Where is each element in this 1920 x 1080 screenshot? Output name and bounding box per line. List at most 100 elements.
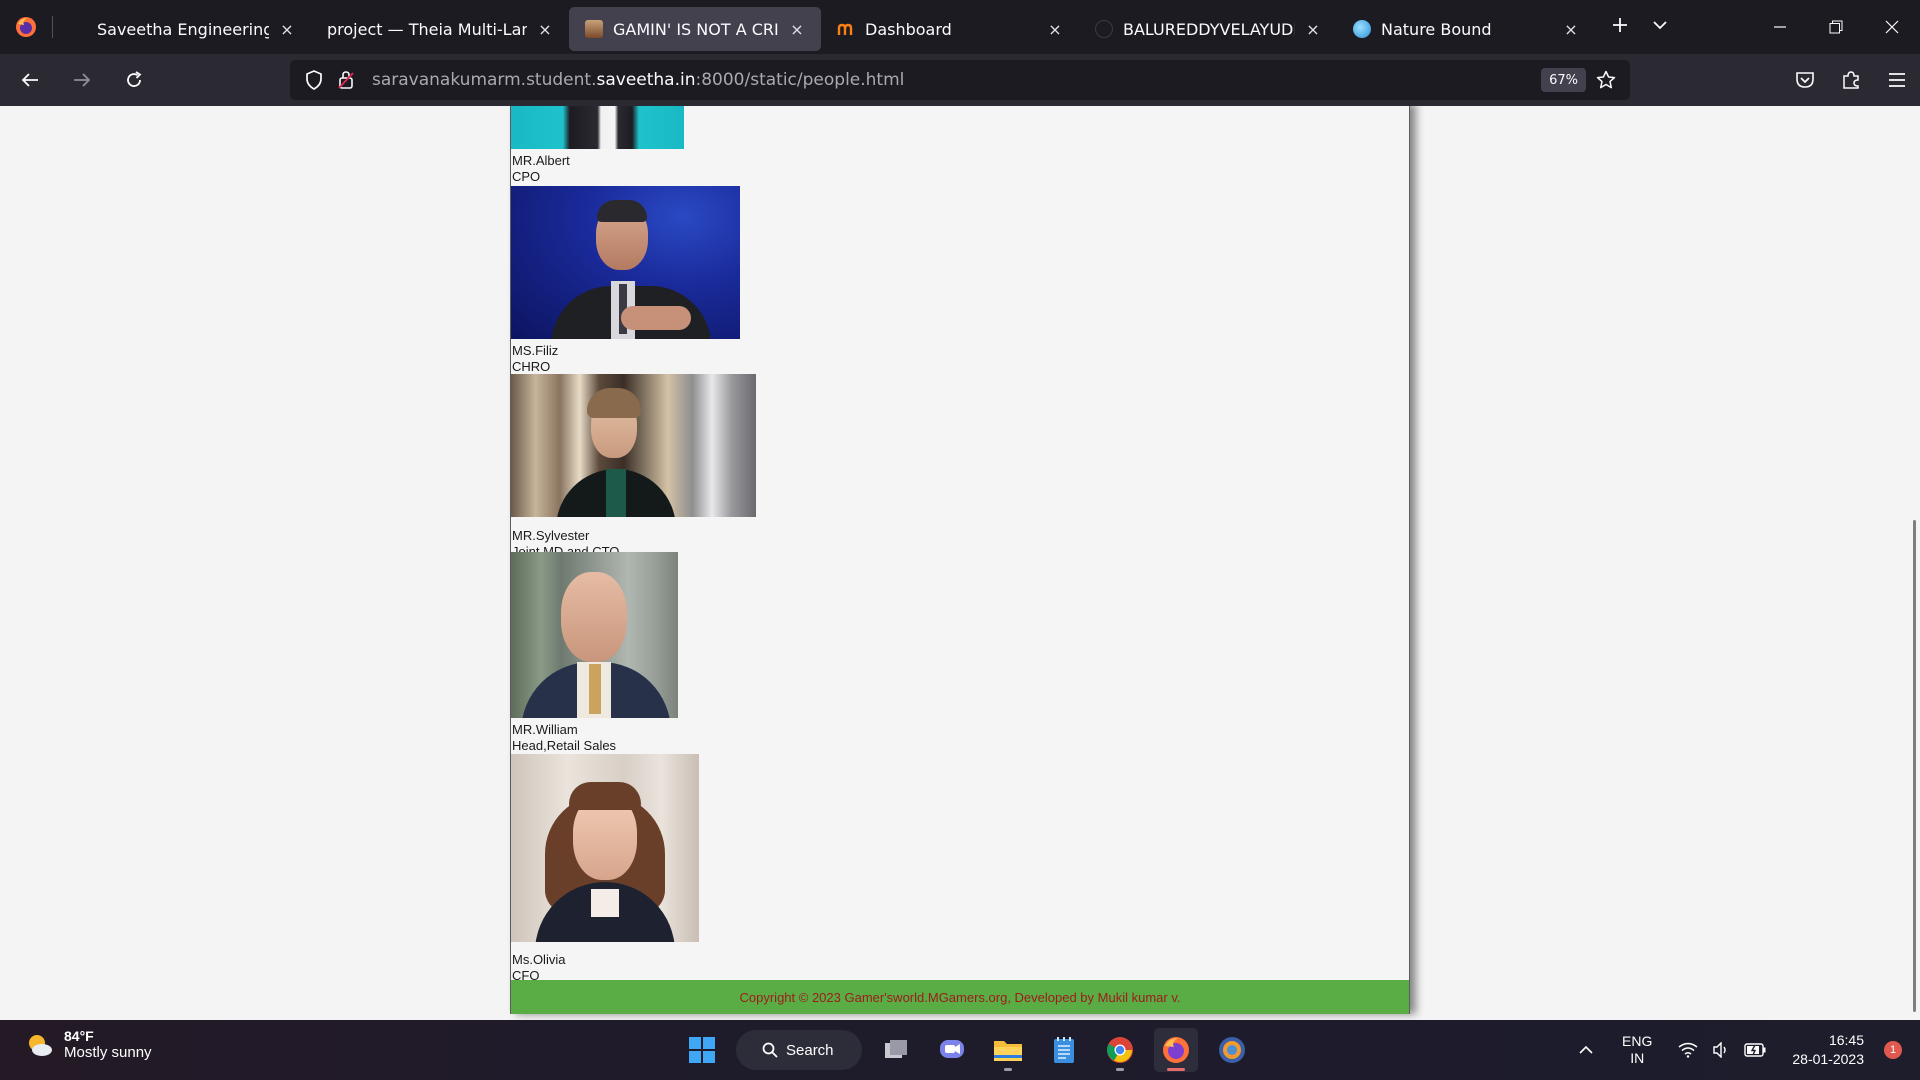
person-photo xyxy=(511,106,684,149)
firefox-icon xyxy=(1163,1037,1189,1063)
partly-sunny-icon xyxy=(29,1034,52,1056)
url-suffix: :8000/static/people.html xyxy=(695,70,905,90)
person-card: Ms.Olivia CFO xyxy=(511,754,699,984)
person-name: MS.Filiz xyxy=(512,343,559,358)
app-menu-hamburger-icon[interactable] xyxy=(1874,54,1920,106)
windows-taskbar: 84°F Mostly sunny Search ENG IN 16:45 28… xyxy=(0,1020,1920,1080)
close-tab-icon[interactable]: × xyxy=(277,20,297,39)
person-name: MR.Sylvester xyxy=(512,528,590,543)
search-label: Search xyxy=(786,1041,834,1059)
weather-widget[interactable]: 84°F Mostly sunny xyxy=(24,1028,152,1061)
volume-icon[interactable] xyxy=(1712,1042,1730,1058)
file-explorer-button[interactable] xyxy=(986,1028,1030,1072)
person-role: CHRO xyxy=(512,359,551,374)
back-arrow-icon xyxy=(21,73,38,87)
person-photo xyxy=(511,552,678,718)
github-favicon-icon xyxy=(1095,20,1113,38)
bookmark-star-icon[interactable] xyxy=(1592,66,1620,94)
close-tab-icon[interactable]: × xyxy=(787,20,807,39)
url-text[interactable]: saravanakumarm.student.saveetha.in:8000/… xyxy=(372,70,904,90)
close-tab-icon[interactable]: × xyxy=(1561,20,1581,39)
tab-theia[interactable]: project — Theia Multi-Language × xyxy=(311,7,569,51)
running-indicator xyxy=(1004,1068,1012,1071)
person-photo xyxy=(511,186,740,339)
zoom-reset-button[interactable]: 67% xyxy=(1541,68,1586,92)
saveetha-favicon-icon xyxy=(69,20,87,38)
taskbar-search-button[interactable]: Search xyxy=(736,1030,862,1070)
tab-strip: Saveetha Engineering College × project —… xyxy=(0,0,1920,54)
page-viewport: MR.Albert CPO MS.Filiz CHRO MR.Sylvester… xyxy=(0,106,1920,1020)
insecure-lock-icon[interactable] xyxy=(332,66,360,94)
windows-logo-icon xyxy=(689,1037,715,1063)
firefox-icon xyxy=(16,17,36,37)
tab-title: GAMIN' IS NOT A CRIME xyxy=(613,19,779,39)
list-all-tabs-chevron-icon[interactable] xyxy=(1651,16,1669,38)
language-code: ENG xyxy=(1622,1033,1653,1049)
search-icon xyxy=(762,1042,778,1058)
reload-icon xyxy=(127,71,142,87)
battery-charging-icon[interactable] xyxy=(1744,1043,1766,1057)
new-tab-plus-icon[interactable] xyxy=(1611,16,1629,38)
close-tab-icon[interactable]: × xyxy=(1303,20,1323,39)
person-card: MR.Albert CPO xyxy=(511,106,684,185)
person-card: MR.William Head,Retail Sales xyxy=(511,552,678,754)
tab-title: Saveetha Engineering College xyxy=(97,19,269,39)
wifi-icon[interactable] xyxy=(1678,1042,1698,1058)
chrome-button[interactable] xyxy=(1098,1028,1142,1072)
tab-dashboard[interactable]: Dashboard × xyxy=(821,7,1079,51)
pocket-icon[interactable] xyxy=(1782,54,1828,106)
globe-favicon-icon xyxy=(1353,20,1371,38)
teams-chat-button[interactable] xyxy=(930,1028,974,1072)
clock-time: 16:45 xyxy=(1828,1032,1864,1048)
folder-icon xyxy=(994,1041,1022,1061)
close-window-icon[interactable] xyxy=(1864,0,1920,54)
notepad-button[interactable] xyxy=(1042,1028,1086,1072)
url-host: saveetha.in xyxy=(596,70,696,90)
region-code: IN xyxy=(1630,1050,1645,1066)
person-photo xyxy=(511,754,699,942)
chat-icon xyxy=(940,1040,964,1058)
person-name: MR.William xyxy=(512,722,578,737)
vertical-scrollbar[interactable] xyxy=(1913,520,1916,1012)
tab-nature-bound[interactable]: Nature Bound × xyxy=(1337,7,1595,51)
people-page-container: MR.Albert CPO MS.Filiz CHRO MR.Sylvester… xyxy=(510,106,1410,1014)
back-button[interactable] xyxy=(8,60,52,100)
weather-condition: Mostly sunny xyxy=(64,1044,152,1061)
page-footer: Copyright © 2023 Gamer'sworld.MGamers.or… xyxy=(511,980,1409,1014)
address-bar[interactable]: saravanakumarm.student.saveetha.in:8000/… xyxy=(290,60,1630,100)
restore-window-icon[interactable] xyxy=(1808,0,1864,54)
task-view-button[interactable] xyxy=(874,1028,918,1072)
input-language-indicator[interactable]: ENG IN xyxy=(1622,1033,1652,1067)
tab-title: Nature Bound xyxy=(1381,19,1492,39)
close-tab-icon[interactable]: × xyxy=(535,20,555,39)
show-hidden-icons-chevron[interactable] xyxy=(1578,1042,1594,1058)
forward-arrow-icon xyxy=(74,73,91,87)
firefox-view-button[interactable] xyxy=(0,0,52,54)
app-globe-button[interactable] xyxy=(1210,1028,1254,1072)
system-clock[interactable]: 16:45 28-01-2023 xyxy=(1792,1031,1864,1069)
forward-button[interactable] xyxy=(60,60,104,100)
person-name: MR.Albert xyxy=(512,153,570,168)
person-role: CPO xyxy=(512,169,541,184)
tab-title: BALUREDDYVELAYUDHAM xyxy=(1123,19,1295,39)
globe-app-icon xyxy=(1219,1037,1245,1063)
firefox-taskbar-button[interactable] xyxy=(1154,1028,1198,1072)
start-button[interactable] xyxy=(680,1028,724,1072)
tracking-protection-shield-icon[interactable] xyxy=(300,66,328,94)
tab-github[interactable]: BALUREDDYVELAYUDHAM × xyxy=(1079,7,1337,51)
moodle-favicon-icon xyxy=(837,20,855,38)
tab-gamin-active[interactable]: GAMIN' IS NOT A CRIME × xyxy=(569,7,821,51)
person-role: Head,Retail Sales xyxy=(512,738,617,753)
tab-saveetha[interactable]: Saveetha Engineering College × xyxy=(53,7,311,51)
person-card: MR.Sylvester Joint MD and CTO xyxy=(511,374,756,560)
person-name: Ms.Olivia xyxy=(512,952,566,967)
person-card: MS.Filiz CHRO xyxy=(511,186,740,375)
chrome-icon xyxy=(1107,1037,1133,1063)
notification-badge[interactable]: 1 xyxy=(1884,1041,1902,1059)
minimize-window-icon[interactable] xyxy=(1752,0,1808,54)
navigation-toolbar: saravanakumarm.student.saveetha.in:8000/… xyxy=(0,54,1920,106)
url-prefix: saravanakumarm.student. xyxy=(372,70,597,90)
extensions-puzzle-icon[interactable] xyxy=(1828,54,1874,106)
reload-button[interactable] xyxy=(112,60,156,100)
close-tab-icon[interactable]: × xyxy=(1045,20,1065,39)
